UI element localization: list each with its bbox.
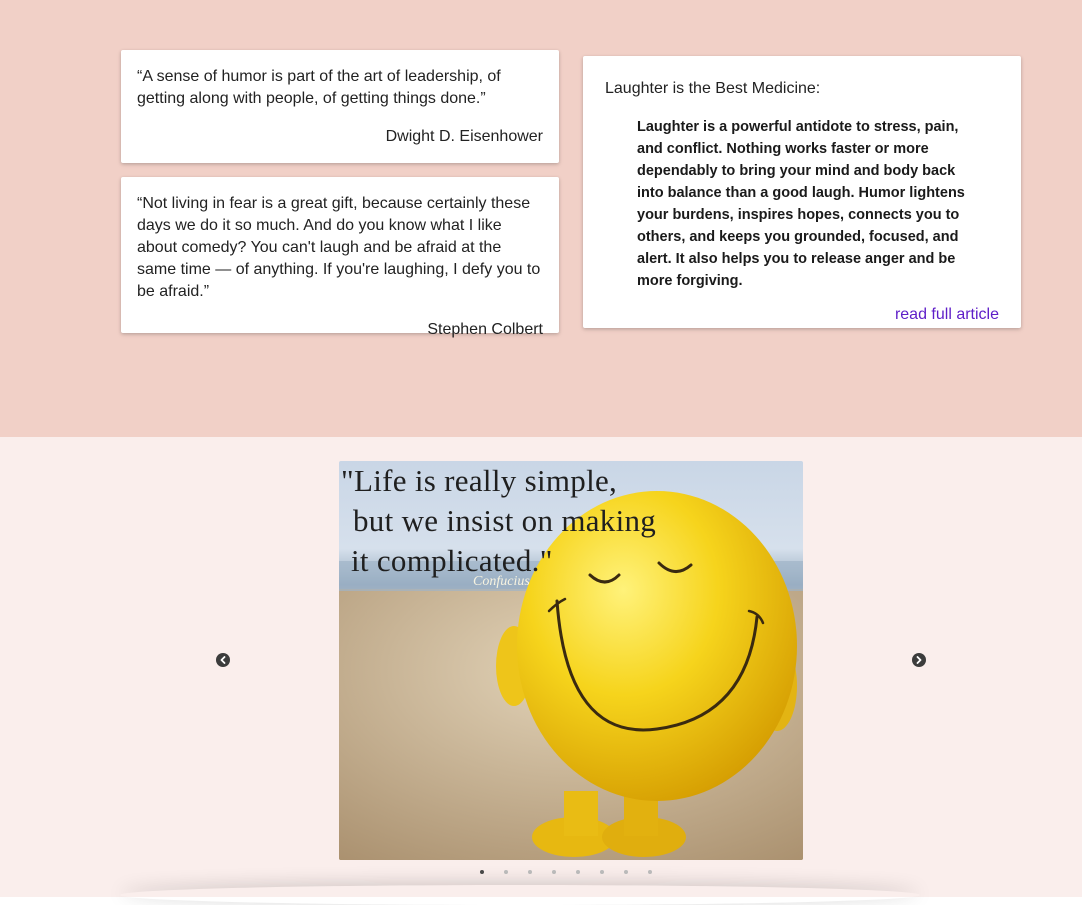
footer-shadow [120, 885, 920, 905]
slide-credit: Confucius [473, 574, 530, 589]
slide-caption: "Life is really simple, but we insist on… [341, 461, 656, 581]
carousel-slide-image: "Life is really simple, but we insist on… [339, 461, 803, 860]
caption-line: "Life is really simple, [341, 463, 618, 498]
carousel-prev-button[interactable] [216, 653, 230, 667]
carousel-dot[interactable] [576, 870, 580, 874]
carousel-next-button[interactable] [912, 653, 926, 667]
article-title: Laughter is the Best Medicine: [605, 80, 821, 97]
quote-text: “A sense of humor is part of the art of … [137, 68, 501, 107]
carousel-dot[interactable] [600, 870, 604, 874]
quote-card: “Not living in fear is a great gift, bec… [121, 177, 559, 338]
quote-card: “A sense of humor is part of the art of … [121, 50, 559, 163]
chevron-right-icon [916, 656, 922, 664]
quote-author: Dwight D. Eisenhower [385, 128, 543, 145]
carousel-dot[interactable] [624, 870, 628, 874]
quote-author: Stephen Colbert [427, 321, 543, 338]
chevron-left-icon [220, 656, 226, 664]
carousel-dot[interactable] [504, 870, 508, 874]
carousel-indicators [480, 868, 672, 876]
article-excerpt: Laughter is a powerful antidote to stres… [637, 119, 965, 289]
read-full-article-link[interactable]: read full article [605, 304, 999, 326]
carousel-dot[interactable] [648, 870, 652, 874]
carousel-dot[interactable] [552, 870, 556, 874]
caption-line: but we insist on making [353, 503, 657, 538]
quote-text: “Not living in fear is a great gift, bec… [137, 195, 541, 300]
carousel-dot[interactable] [480, 870, 484, 874]
article-card: Laughter is the Best Medicine: Laughter … [583, 56, 1021, 328]
carousel-dot[interactable] [528, 870, 532, 874]
